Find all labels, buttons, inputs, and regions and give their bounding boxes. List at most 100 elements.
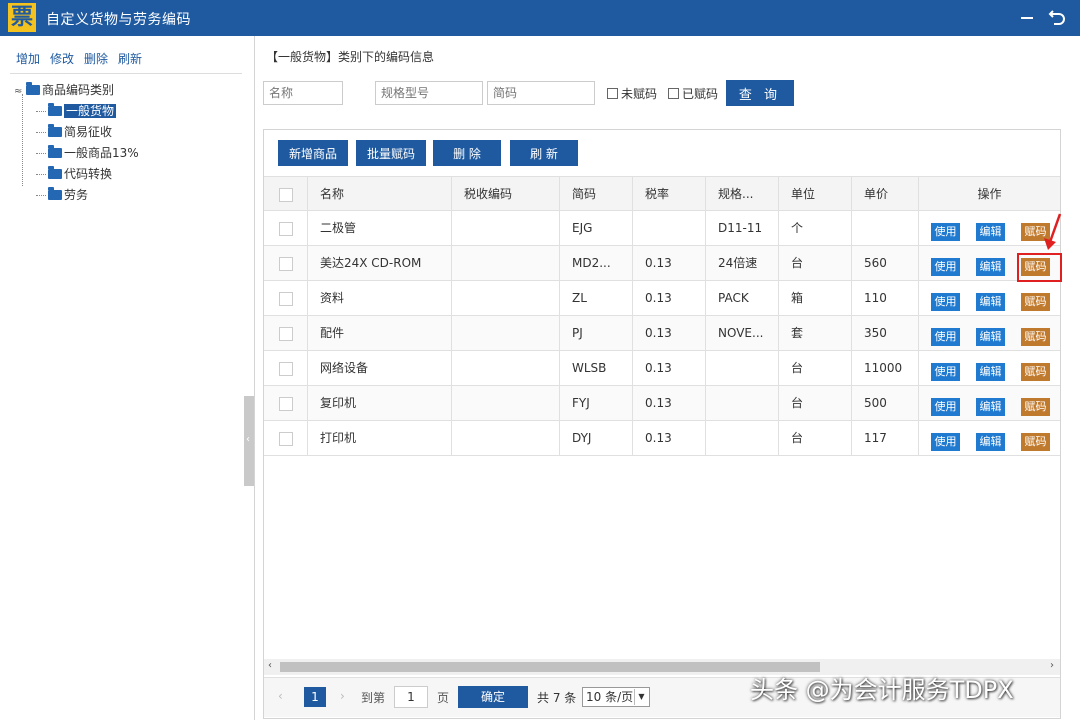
name-input[interactable] <box>263 81 343 105</box>
goto-page-input[interactable]: 1 <box>394 686 428 708</box>
cell-name: 打印机 <box>308 421 452 456</box>
scroll-right-icon[interactable]: › <box>1050 660 1054 671</box>
divider <box>10 73 242 74</box>
tree-item-general-13[interactable]: 一般商品13% <box>14 143 139 164</box>
tree-root[interactable]: ≈商品编码类别 <box>14 80 139 101</box>
col-name: 名称 <box>308 177 452 212</box>
use-button[interactable]: 使用 <box>931 223 960 241</box>
row-actions: 使用编辑赋码 <box>919 351 1060 386</box>
tree-item-code-convert[interactable]: 代码转换 <box>14 164 139 185</box>
assign-code-button[interactable]: 赋码 <box>1021 363 1050 381</box>
assign-code-button[interactable]: 赋码 <box>1021 398 1050 416</box>
cell-rate: 0.13 <box>633 316 706 351</box>
use-button[interactable]: 使用 <box>931 328 960 346</box>
assigned-checkbox[interactable]: 已赋码 <box>668 85 718 102</box>
tree-item-label: 一般货物 <box>64 104 116 118</box>
back-button[interactable] <box>1046 6 1068 28</box>
section-title: 【一般货物】类别下的编码信息 <box>266 48 434 65</box>
cell-name: 网络设备 <box>308 351 452 386</box>
assign-code-button[interactable]: 赋码 <box>1021 328 1050 346</box>
cell-short: MD2... <box>560 246 633 281</box>
cell-price: 500 <box>852 386 919 421</box>
delete-category-link[interactable]: 删除 <box>84 52 108 66</box>
row-checkbox[interactable] <box>279 257 293 271</box>
edit-category-link[interactable]: 修改 <box>50 52 74 66</box>
row-checkbox[interactable] <box>279 432 293 446</box>
category-toolbar: 增加修改删除刷新 <box>16 50 152 67</box>
search-row: 未赋码 已赋码 查 询 <box>263 81 1063 105</box>
cell-unit: 套 <box>779 316 852 351</box>
use-button[interactable]: 使用 <box>931 258 960 276</box>
cell-spec: NOVE... <box>706 316 779 351</box>
cell-price: 350 <box>852 316 919 351</box>
refresh-category-link[interactable]: 刷新 <box>118 52 142 66</box>
table-row[interactable]: 二极管EJGD11-11个使用编辑赋码 <box>264 211 1060 246</box>
table-row[interactable]: 资料ZL0.13PACK箱110使用编辑赋码 <box>264 281 1060 316</box>
cell-tax-code <box>452 281 560 316</box>
row-checkbox[interactable] <box>279 292 293 306</box>
panel-splitter[interactable]: ‹ <box>244 396 254 486</box>
assign-code-button[interactable]: 赋码 <box>1021 293 1050 311</box>
edit-button[interactable]: 编辑 <box>976 433 1005 451</box>
edit-button[interactable]: 编辑 <box>976 258 1005 276</box>
table-row[interactable]: 复印机FYJ0.13台500使用编辑赋码 <box>264 386 1060 421</box>
cell-unit: 个 <box>779 211 852 246</box>
batch-assign-button[interactable]: 批量赋码 <box>356 140 426 166</box>
table-row[interactable]: 网络设备WLSB0.13台11000使用编辑赋码 <box>264 351 1060 386</box>
folder-icon <box>48 169 62 179</box>
folder-icon <box>48 127 62 137</box>
select-all-checkbox[interactable] <box>279 188 293 202</box>
assign-code-button[interactable]: 赋码 <box>1021 433 1050 451</box>
cell-price: 110 <box>852 281 919 316</box>
table-row[interactable]: 配件PJ0.13NOVE...套350使用编辑赋码 <box>264 316 1060 351</box>
cell-unit: 台 <box>779 246 852 281</box>
edit-button[interactable]: 编辑 <box>976 328 1005 346</box>
scroll-left-icon[interactable]: ‹ <box>268 660 272 671</box>
tree-item-simple-levy[interactable]: 简易征收 <box>14 122 139 143</box>
prev-page-icon[interactable]: ‹ <box>278 689 283 703</box>
edit-button[interactable]: 编辑 <box>976 398 1005 416</box>
edit-button[interactable]: 编辑 <box>976 363 1005 381</box>
row-actions: 使用编辑赋码 <box>919 211 1060 246</box>
watermark: 头条 @为会计服务TDPX <box>750 670 1014 705</box>
row-checkbox[interactable] <box>279 362 293 376</box>
use-button[interactable]: 使用 <box>931 433 960 451</box>
short-code-input[interactable] <box>487 81 595 105</box>
cell-unit: 台 <box>779 386 852 421</box>
use-button[interactable]: 使用 <box>931 398 960 416</box>
tree-item-general-goods[interactable]: 一般货物 <box>14 101 139 122</box>
row-checkbox[interactable] <box>279 327 293 341</box>
table-row[interactable]: 打印机DYJ0.13台117使用编辑赋码 <box>264 421 1060 456</box>
next-page-icon[interactable]: › <box>340 689 345 703</box>
refresh-button[interactable]: 刷 新 <box>510 140 578 166</box>
edit-button[interactable]: 编辑 <box>976 293 1005 311</box>
query-button[interactable]: 查 询 <box>726 80 794 106</box>
cell-name: 二极管 <box>308 211 452 246</box>
page-suffix: 页 <box>437 689 449 706</box>
table-header: 名称 税收编码 简码 税率 规格... 单位 单价 操作 <box>264 176 1060 211</box>
row-checkbox[interactable] <box>279 222 293 236</box>
goto-label: 到第 <box>361 689 385 706</box>
collapse-icon[interactable]: ≈ <box>14 81 26 102</box>
row-checkbox[interactable] <box>279 397 293 411</box>
scroll-thumb[interactable] <box>280 662 820 672</box>
current-page[interactable]: 1 <box>304 687 326 707</box>
use-button[interactable]: 使用 <box>931 363 960 381</box>
table-row[interactable]: 美达24X CD-ROMMD2...0.1324倍速台560使用编辑赋码 <box>264 246 1060 281</box>
category-panel: 增加修改删除刷新 ≈商品编码类别 一般货物 简易征收 一般商品13% 代码转换 … <box>0 36 255 720</box>
cell-short: FYJ <box>560 386 633 421</box>
col-spec: 规格... <box>706 177 779 212</box>
add-goods-button[interactable]: 新增商品 <box>278 140 348 166</box>
tree-item-services[interactable]: 劳务 <box>14 185 139 206</box>
unassigned-checkbox[interactable]: 未赋码 <box>607 85 657 102</box>
minimize-button[interactable] <box>1016 6 1038 28</box>
spec-input[interactable] <box>375 81 483 105</box>
confirm-page-button[interactable]: 确定 <box>458 686 528 708</box>
cell-rate: 0.13 <box>633 351 706 386</box>
use-button[interactable]: 使用 <box>931 293 960 311</box>
highlight-box <box>1017 253 1062 282</box>
add-category-link[interactable]: 增加 <box>16 52 40 66</box>
page-size-select[interactable]: 10 条/页▼ <box>582 687 650 707</box>
edit-button[interactable]: 编辑 <box>976 223 1005 241</box>
delete-button[interactable]: 删 除 <box>433 140 501 166</box>
